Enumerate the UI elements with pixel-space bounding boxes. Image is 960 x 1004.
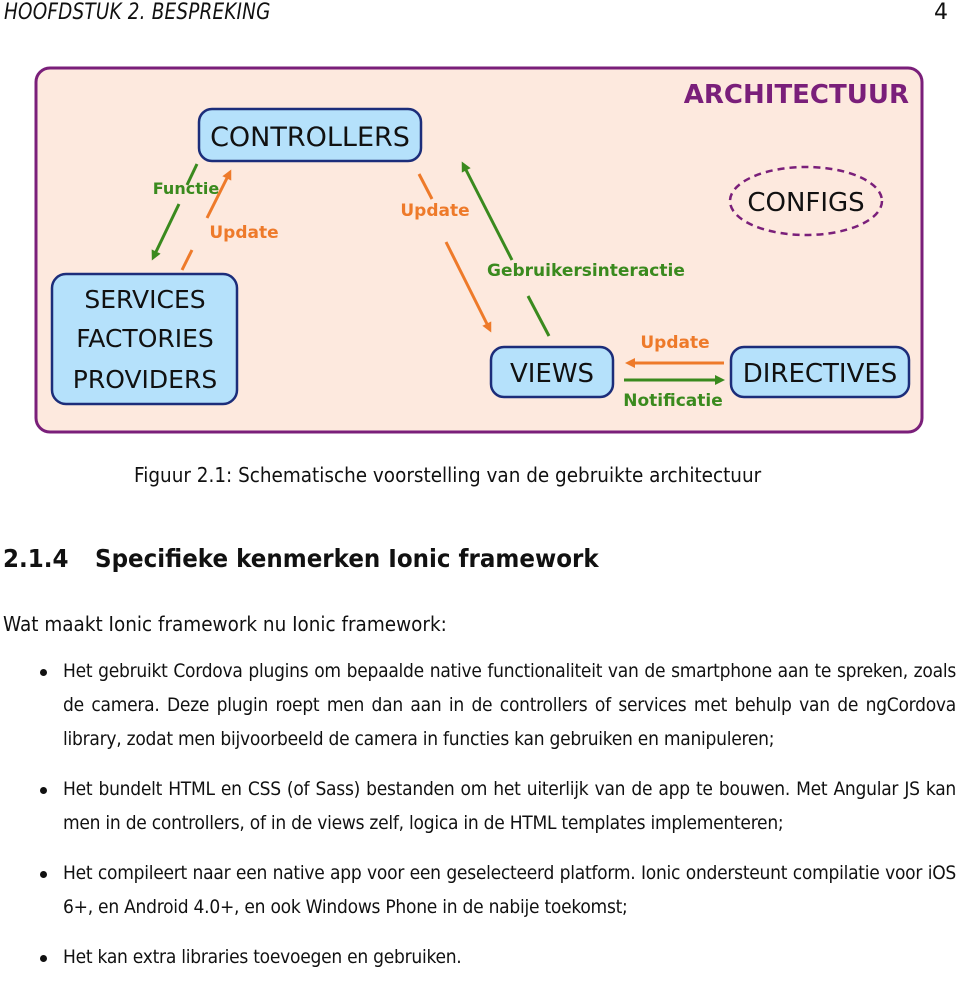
bullet-icon	[40, 955, 47, 962]
list-item-text: Het gebruikt Cordova plugins om bepaalde…	[63, 660, 956, 750]
running-head: HOOFDSTUK 2. BESPREKING	[4, 0, 271, 25]
section-heading: 2.1.4 Specifieke kenmerken Ionic framewor…	[3, 544, 599, 573]
feature-list: Het gebruikt Cordova plugins om bepaalde…	[0, 654, 960, 974]
edge-notificatie-label: Notificatie	[623, 391, 723, 411]
node-views-label: VIEWS	[510, 359, 594, 389]
node-directives-label: DIRECTIVES	[743, 359, 898, 389]
node-controllers: CONTROLLERS	[197, 107, 423, 163]
node-services-label-3: PROVIDERS	[73, 365, 217, 394]
list-item: Het kan extra libraries toevoegen en geb…	[0, 940, 956, 974]
figure-caption: Figuur 2.1: Schematische voorstelling va…	[134, 463, 762, 487]
node-services-label-1: SERVICES	[84, 285, 205, 314]
node-services-label-2: FACTORIES	[76, 324, 214, 353]
edge-update-controllers-label: Update	[400, 201, 469, 221]
bullet-icon	[40, 787, 47, 794]
architecture-diagram: ARCHITECTUUR CONTROLLERS SERVICES FACTOR…	[34, 66, 924, 434]
architecture-figure: ARCHITECTUUR CONTROLLERS SERVICES FACTOR…	[34, 66, 926, 436]
node-controllers-label: CONTROLLERS	[210, 122, 410, 153]
diagram-title: ARCHITECTUUR	[684, 80, 909, 110]
list-item-text: Het compileert naar een native app voor …	[63, 862, 956, 918]
edge-functie-label: Functie	[153, 179, 220, 198]
list-item: Het gebruikt Cordova plugins om bepaalde…	[0, 654, 956, 756]
bullet-icon	[40, 871, 47, 878]
list-item-text: Het kan extra libraries toevoegen en geb…	[63, 946, 462, 968]
list-item: Het bundelt HTML en CSS (of Sass) bestan…	[0, 772, 956, 840]
edge-gebruikersinteractie-label: Gebruikersinteractie	[487, 261, 685, 281]
node-directives: DIRECTIVES	[729, 345, 911, 399]
section-number: 2.1.4	[3, 544, 69, 573]
intro-paragraph: Wat maakt Ionic framework nu Ionic frame…	[3, 612, 447, 636]
edge-update-services-label: Update	[209, 223, 278, 243]
list-item: Het compileert naar een native app voor …	[0, 856, 956, 924]
bullet-icon	[40, 669, 47, 676]
node-configs-label: CONFIGS	[747, 188, 864, 218]
node-services: SERVICES FACTORIES PROVIDERS	[50, 272, 239, 406]
list-item-text: Het bundelt HTML en CSS (of Sass) bestan…	[63, 778, 956, 834]
edge-update-directives-label: Update	[640, 333, 709, 353]
page-number: 4	[934, 0, 948, 25]
section-title: Specifieke kenmerken Ionic framework	[95, 544, 599, 573]
node-views: VIEWS	[489, 345, 615, 399]
